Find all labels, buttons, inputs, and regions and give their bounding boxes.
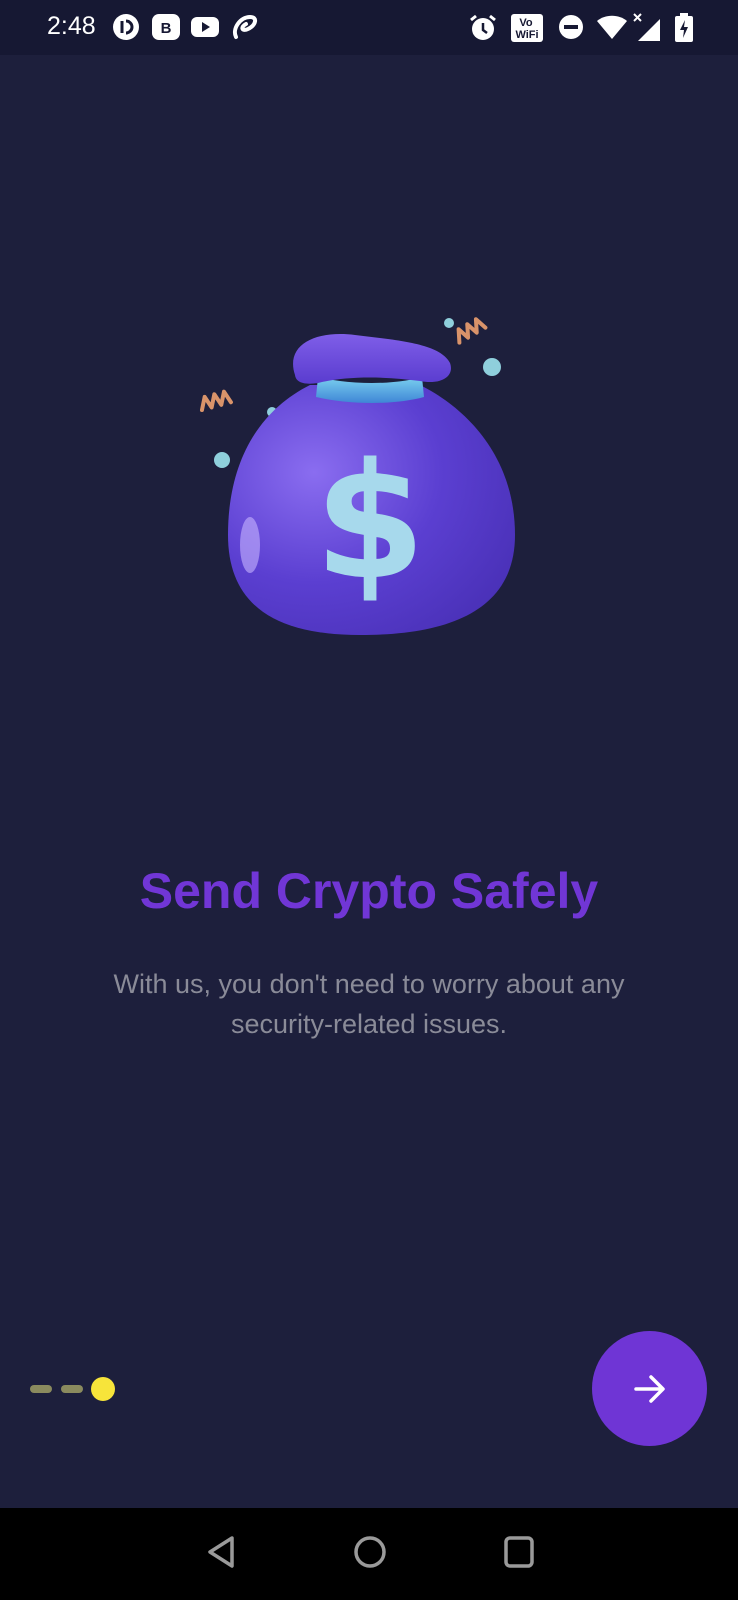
vowifi-label-bottom: WiFi (515, 29, 538, 41)
recents-square-icon[interactable] (502, 1534, 536, 1570)
back-triangle-icon[interactable] (204, 1534, 238, 1570)
vowifi-icon: Vo WiFi (511, 14, 543, 42)
onboarding-title: Send Crypto Safely (139, 863, 599, 919)
chat-app-icon (113, 14, 139, 40)
battery-charging-icon (675, 13, 693, 42)
onboarding-subtitle-line-2: security-related issues. (230, 1009, 508, 1039)
navigation-bar (0, 1508, 738, 1600)
vowifi-label-top: Vo (519, 17, 533, 29)
b-app-icon: B (152, 14, 180, 40)
dnd-icon (559, 15, 583, 39)
onboarding-subtitle: With us, you don't need to worry about a… (80, 964, 658, 1044)
onboarding-screen: 2:48 B Vo WiFi $ Send Crypto Safely With… (0, 0, 738, 1600)
onboarding-subtitle-line-1: With us, you don't need to worry about a… (113, 969, 625, 999)
wifi-icon (597, 15, 627, 39)
status-bar: 2:48 B Vo WiFi (0, 0, 738, 55)
signal-icon (633, 13, 660, 41)
status-time: 2:48 (47, 12, 96, 40)
page-dot-1 (30, 1385, 52, 1393)
home-circle-icon[interactable] (352, 1534, 388, 1570)
next-button[interactable] (592, 1331, 707, 1446)
airtel-icon (233, 14, 257, 39)
arrow-right-icon (633, 1374, 665, 1403)
youtube-icon (191, 17, 219, 37)
alarm-icon (470, 14, 496, 40)
page-dot-3-active (91, 1377, 115, 1401)
svg-text:B: B (161, 20, 172, 37)
svg-text:$: $ (314, 428, 425, 615)
page-dot-2 (61, 1385, 83, 1393)
money-bag-dollar-icon: $ (199, 317, 515, 635)
page-indicator (30, 1377, 120, 1401)
